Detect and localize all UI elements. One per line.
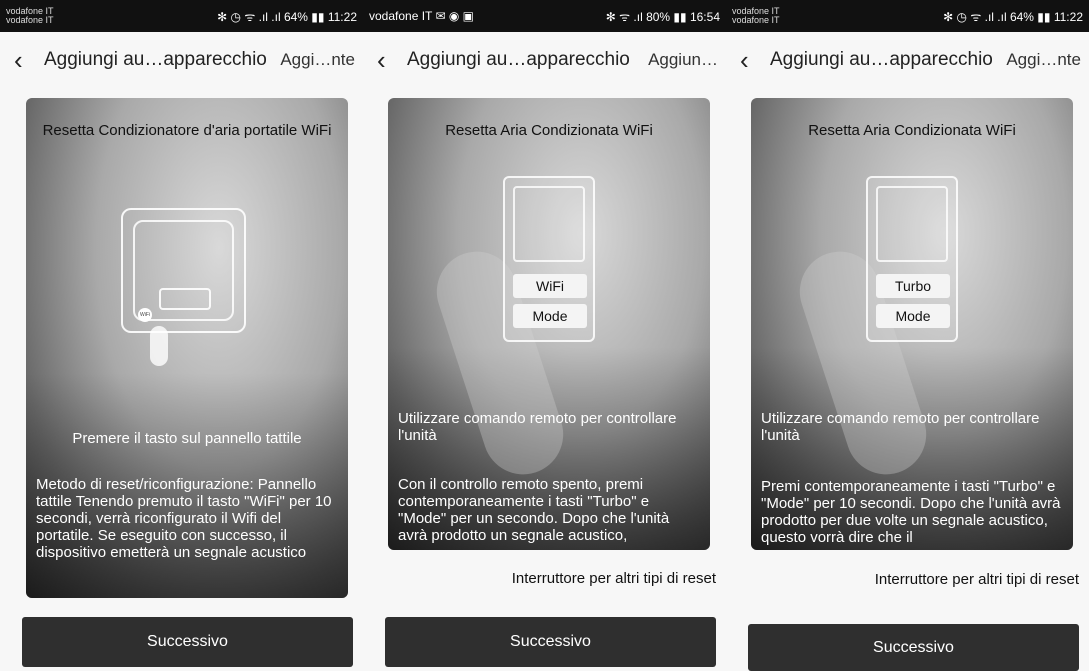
status-bar: vodafone IT vodafone IT ✻ ◷ ᯤ .ıl .ıl 64… bbox=[726, 0, 1089, 32]
card-description: Premi contemporaneamente i tasti "Turbo"… bbox=[761, 478, 1061, 546]
status-icons: ✻ ᯤ .ıl 80% ▮▮ 16:54 bbox=[605, 9, 720, 24]
back-arrow-icon[interactable]: ‹ bbox=[14, 47, 44, 73]
other-reset-types-link[interactable]: Interruttore per altri tipi di reset bbox=[512, 570, 716, 587]
remote-control-illustration: Turbo Mode bbox=[866, 176, 958, 342]
card-caption: Utilizzare comando remoto per controllar… bbox=[761, 410, 1040, 444]
header-action-link[interactable]: Aggiun… bbox=[648, 50, 718, 70]
remote-control-illustration: WiFi Mode bbox=[503, 176, 595, 342]
screen-2: vodafone IT ✉ ◉ ▣ ✻ ᯤ .ıl 80% ▮▮ 16:54 ‹… bbox=[363, 0, 726, 671]
page-title: Aggiungi au…apparecchio bbox=[44, 49, 267, 70]
screen-1: vodafone IT vodafone IT ✻ ◷ ᯤ .ıl .ıl 64… bbox=[0, 0, 363, 671]
next-button[interactable]: Successivo bbox=[385, 617, 716, 667]
page-title: Aggiungi au…apparecchio bbox=[407, 49, 630, 70]
instruction-card: Resetta Condizionatore d'aria portatile … bbox=[26, 98, 348, 598]
header-action-link[interactable]: Aggi…nte bbox=[1006, 50, 1081, 70]
other-reset-types-link[interactable]: Interruttore per altri tipi di reset bbox=[875, 571, 1079, 588]
status-bar: vodafone IT ✉ ◉ ▣ ✻ ᯤ .ıl 80% ▮▮ 16:54 bbox=[363, 0, 726, 32]
panel-display-slot bbox=[159, 288, 211, 310]
status-bar: vodafone IT vodafone IT ✻ ◷ ᯤ .ıl .ıl 64… bbox=[0, 0, 363, 32]
remote-button-turbo: Turbo bbox=[876, 274, 950, 298]
page-title: Aggiungi au…apparecchio bbox=[770, 49, 993, 70]
status-icons: ✻ ◷ ᯤ .ıl .ıl 64% ▮▮ 11:22 bbox=[217, 9, 357, 24]
card-title: Resetta Aria Condizionata WiFi bbox=[445, 122, 653, 139]
wifi-button-icon: WiFi bbox=[138, 308, 152, 322]
card-caption: Utilizzare comando remoto per controllar… bbox=[398, 410, 677, 444]
card-title: Resetta Condizionatore d'aria portatile … bbox=[42, 122, 332, 139]
carrier-line-2: vodafone IT bbox=[6, 15, 54, 25]
remote-screen bbox=[513, 186, 585, 262]
carrier-info: vodafone IT vodafone IT bbox=[732, 7, 780, 25]
card-description: Con il controllo remoto spento, premi co… bbox=[398, 476, 670, 544]
back-arrow-icon[interactable]: ‹ bbox=[740, 47, 770, 73]
card-description: Metodo di reset/riconfigurazione: Pannel… bbox=[36, 476, 332, 561]
remote-screen bbox=[876, 186, 948, 262]
next-button[interactable]: Successivo bbox=[22, 617, 353, 667]
card-caption: Premere il tasto sul pannello tattile bbox=[72, 430, 302, 447]
status-icons: ✻ ◷ ᯤ .ıl .ıl 64% ▮▮ 11:22 bbox=[943, 9, 1083, 24]
carrier-info: vodafone IT vodafone IT bbox=[6, 7, 54, 25]
card-title: Resetta Aria Condizionata WiFi bbox=[808, 122, 1016, 139]
app-header: ‹ Aggiungi au…apparecchio Aggi…nte bbox=[0, 32, 363, 88]
touch-panel-illustration: WiFi bbox=[121, 208, 246, 333]
remote-button-mode: Mode bbox=[513, 304, 587, 328]
remote-button-wifi: WiFi bbox=[513, 274, 587, 298]
app-header: ‹ Aggiungi au…apparecchio Aggi…nte bbox=[726, 32, 1089, 88]
next-button[interactable]: Successivo bbox=[748, 624, 1079, 671]
back-arrow-icon[interactable]: ‹ bbox=[377, 47, 407, 73]
app-header: ‹ Aggiungi au…apparecchio Aggiun… bbox=[363, 32, 726, 88]
carrier-line-2: vodafone IT bbox=[732, 15, 780, 25]
remote-button-mode: Mode bbox=[876, 304, 950, 328]
instruction-card: Resetta Aria Condizionata WiFi WiFi Mode… bbox=[388, 98, 710, 550]
header-action-link[interactable]: Aggi…nte bbox=[280, 50, 355, 70]
carrier-info: vodafone IT ✉ ◉ ▣ bbox=[369, 9, 475, 23]
screen-3: vodafone IT vodafone IT ✻ ◷ ᯤ .ıl .ıl 64… bbox=[726, 0, 1089, 671]
finger-pointer-icon bbox=[150, 326, 168, 366]
instruction-card: Resetta Aria Condizionata WiFi Turbo Mod… bbox=[751, 98, 1073, 550]
